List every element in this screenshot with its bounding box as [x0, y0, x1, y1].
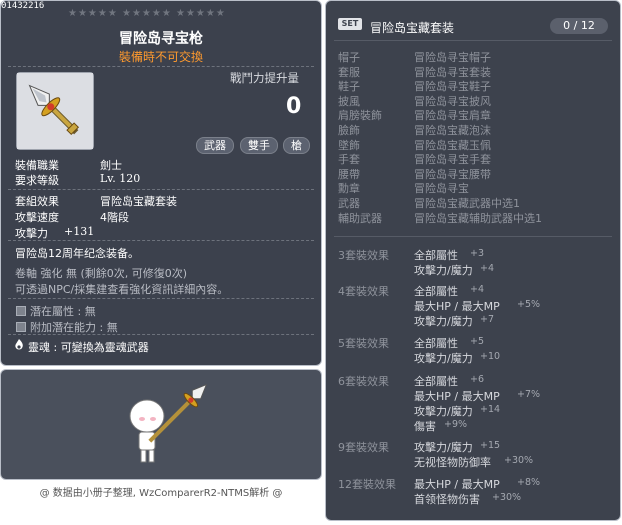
divider	[8, 189, 314, 190]
set-effect-stat: 攻擊力/魔力	[414, 315, 473, 328]
set-piece-slot: 武器	[338, 197, 360, 210]
set-effect-title: 3套裝效果	[338, 249, 389, 262]
divider	[334, 236, 612, 237]
set-piece-name: 冒险岛宝藏辅助武器中选1	[414, 212, 542, 225]
bonus-potential-icon	[16, 322, 26, 332]
set-piece-slot: 輔助武器	[338, 212, 382, 225]
item-description: 冒险岛12周年纪念装备。	[15, 247, 139, 260]
set-piece-name: 冒险岛寻宝	[414, 182, 469, 195]
job-label: 裝備職業	[15, 159, 59, 172]
item-name: 冒险岛寻宝枪	[119, 31, 203, 47]
npc-info: 可透過NPC/採集建查看強化資訊詳細內容。	[15, 283, 229, 296]
tag-weapon: 武器	[196, 137, 234, 154]
set-effect-stat: 攻擊力/魔力	[414, 352, 473, 365]
set-effect-value: +10	[480, 351, 501, 362]
set-effect-value: +15	[480, 440, 501, 451]
set-effect-value: +4	[480, 263, 495, 274]
divider	[8, 240, 314, 241]
set-piece-slot: 手套	[338, 153, 360, 166]
set-effect-value: +7%	[517, 389, 541, 400]
set-piece-count: 0 / 12	[550, 18, 608, 34]
soul-icon	[15, 339, 23, 350]
set-title: 冒险岛宝藏套装	[370, 21, 455, 35]
set-effect-value: +9%	[444, 419, 468, 430]
combat-power-label: 戰鬥力提升量	[230, 71, 299, 85]
set-effect-stat: 全部屬性	[414, 285, 458, 298]
set-piece-name: 冒险岛寻宝帽子	[414, 51, 491, 64]
trade-restriction: 裝備時不可交換	[118, 50, 203, 64]
set-effect-title: 12套裝效果	[338, 478, 396, 491]
attack-speed-value: 4階段	[100, 211, 129, 224]
set-effect-title: 9套裝效果	[338, 441, 389, 454]
tag-spear: 槍	[283, 137, 310, 154]
tag-two-handed: 雙手	[240, 137, 278, 154]
set-piece-name: 冒险岛寻宝鞋子	[414, 80, 491, 93]
set-piece-name: 冒险岛宝藏武器中选1	[414, 197, 520, 210]
divider	[8, 298, 314, 299]
attack-label: 攻擊力	[15, 227, 48, 240]
set-effect-value: +30%	[492, 492, 522, 503]
combat-power-value: 0	[286, 94, 302, 119]
spear-icon	[17, 73, 93, 149]
set-piece-slot: 帽子	[338, 51, 360, 64]
set-effect-stat: 最大HP / 最大MP	[414, 478, 500, 491]
footer-credit: @ 数据由小册子整理, WzComparerR2-NTMS解析 @	[39, 488, 283, 499]
job-value: 劍士	[100, 159, 122, 172]
attack-speed-label: 攻擊速度	[15, 211, 59, 224]
set-effect-value: +4	[470, 284, 485, 295]
set-effect-value: +30%	[504, 455, 534, 466]
set-effect-stat: 攻擊力/魔力	[414, 264, 473, 277]
set-piece-slot: 臉飾	[338, 124, 360, 137]
set-effect-label: 套組效果	[15, 195, 59, 208]
set-piece-slot: 肩膀裝飾	[338, 109, 382, 122]
set-effect-value: 冒险岛宝藏套装	[100, 195, 177, 208]
character-preview-panel	[0, 369, 322, 480]
set-effect-value: +14	[480, 404, 501, 415]
set-effect-stat: 全部屬性	[414, 337, 458, 350]
set-effect-title: 4套裝效果	[338, 285, 389, 298]
set-effect-stat: 傷害	[414, 420, 436, 433]
set-effect-stat: 最大HP / 最大MP	[414, 300, 500, 313]
set-effect-stat: 攻擊力/魔力	[414, 441, 473, 454]
set-effect-stat: 攻擊力/魔力	[414, 405, 473, 418]
item-code: 01432216	[1, 1, 45, 11]
attack-value: +131	[64, 225, 95, 238]
set-effect-value: +3	[470, 248, 485, 259]
level-label: 要求等級	[15, 174, 59, 187]
set-piece-name: 冒险岛宝藏泡沫	[414, 124, 491, 137]
set-piece-name: 冒险岛寻宝肩章	[414, 109, 491, 122]
set-effect-stat: 全部屬性	[414, 249, 458, 262]
divider	[8, 334, 314, 335]
set-piece-name: 冒险岛寻宝手套	[414, 153, 491, 166]
set-effect-stat: 全部屬性	[414, 375, 458, 388]
set-effect-stat: 无视怪物防御率	[414, 456, 491, 469]
bonus-potential-label: 附加潛在能力 : 無	[30, 321, 118, 334]
set-effect-title: 5套裝效果	[338, 337, 389, 350]
level-value: Lv. 120	[100, 172, 141, 185]
item-icon-frame	[16, 72, 94, 150]
set-effect-title: 6套裝效果	[338, 375, 389, 388]
set-effect-stat: 首领怪物伤害	[414, 493, 480, 506]
potential-label: 潛在屬性 : 無	[30, 305, 96, 318]
set-badge: SET	[338, 18, 362, 30]
divider	[334, 40, 612, 41]
set-effect-value: +7	[480, 314, 495, 325]
potential-icon	[16, 306, 26, 316]
set-effect-value: +6	[470, 374, 485, 385]
star-force-row: ★★★★★ ★★★★★ ★★★★★	[68, 8, 226, 19]
scroll-info: 卷軸 強化 無 (剩餘0次, 可修復0次)	[15, 267, 188, 280]
set-piece-slot: 鞋子	[338, 80, 360, 93]
set-effect-value: +8%	[517, 477, 541, 488]
character-preview	[129, 383, 208, 463]
set-effect-stat: 最大HP / 最大MP	[414, 390, 500, 403]
divider	[8, 66, 314, 67]
soul-weapon-label: 靈魂 : 可變換為靈魂武器	[28, 341, 149, 354]
set-effect-value: +5%	[517, 299, 541, 310]
set-effect-value: +5	[470, 336, 485, 347]
set-piece-slot: 勳章	[338, 182, 360, 195]
